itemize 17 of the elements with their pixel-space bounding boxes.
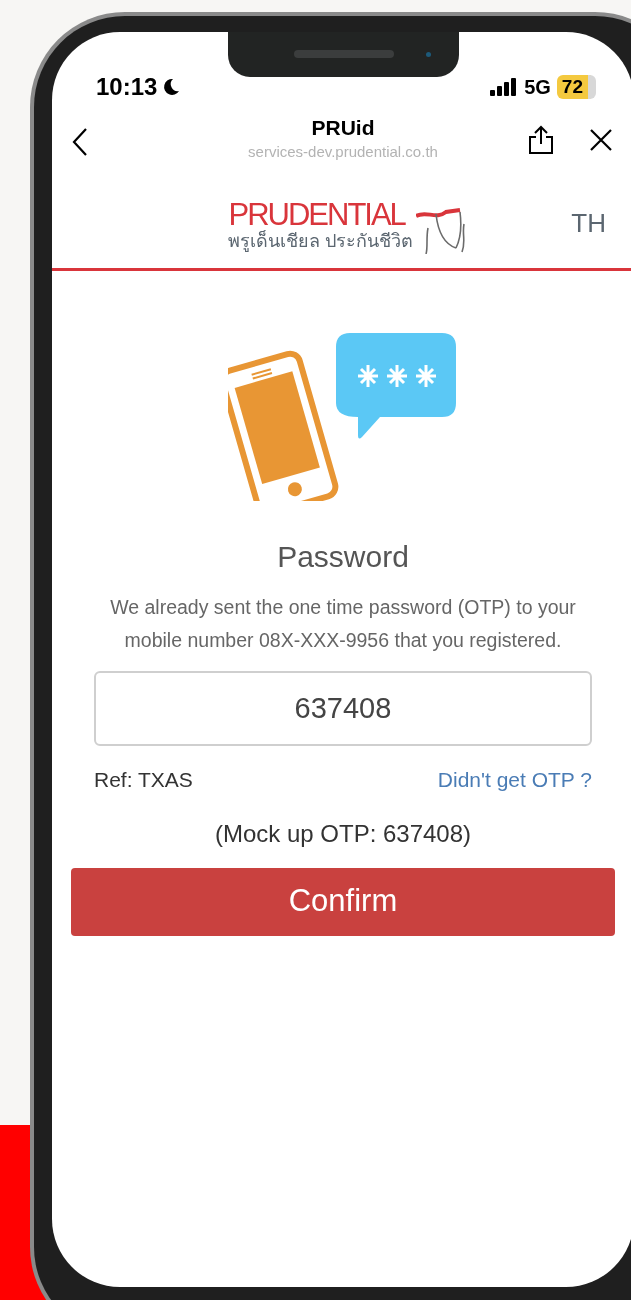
reference-code: Ref: TXAS <box>94 767 193 793</box>
moon-icon <box>161 77 182 97</box>
otp-instructions: We already sent the one time password (OTP) to your mobile number 08X-XXX-9956 that you registered. <box>109 595 577 653</box>
logo-tagline: พรูเด็นเชียล ประกันชีวิต <box>228 230 414 252</box>
otp-input[interactable]: 637408 <box>94 671 592 746</box>
resend-otp-link[interactable]: Didn't get OTP ? <box>437 764 592 796</box>
network-label: 5G <box>524 75 551 100</box>
confirm-button[interactable]: Confirm <box>71 867 615 936</box>
language-toggle[interactable]: TH <box>571 204 606 243</box>
form-heading: Password <box>276 539 410 575</box>
mock-otp-note: (Mock up OTP: 637408) <box>213 818 473 849</box>
page-url: services-dev.prudential.co.th <box>248 142 438 162</box>
page-title: PRUid <box>311 115 375 141</box>
status-time: 10:13 <box>96 72 158 102</box>
logo-wordmark: PRUDENTIAL <box>228 200 405 230</box>
battery-indicator: 72 <box>556 75 596 99</box>
signal-icon <box>490 78 519 96</box>
